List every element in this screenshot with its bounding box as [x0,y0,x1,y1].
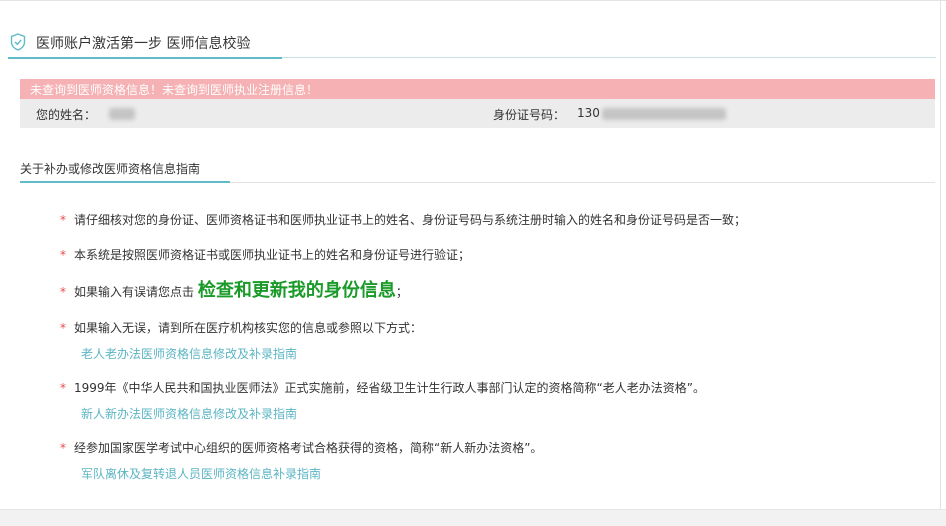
user-info-row: 您的姓名： 身份证号码： 130 [20,99,935,128]
name-label: 您的姓名： [36,108,97,122]
guide-item-1: * 请仔细核对您的身份证、医师资格证书和医师执业证书上的姓名、身份证号码与系统注册… [60,211,746,228]
section-header: 医师账户激活第一步 医师信息校验 [8,31,936,59]
name-redacted [109,108,135,120]
guide-header: 关于补办或修改医师资格信息指南 [20,157,935,183]
military-guide-link[interactable]: 军队离休及复转退人员医师资格信息补录指南 [81,465,321,482]
error-alert: 未查询到医师资格信息！未查询到医师执业注册信息！ [20,79,935,99]
guide-title: 关于补办或修改医师资格信息指南 [20,162,201,176]
guide-item-text: 1999年《中华人民共和国执业医师法》正式实施前，经省级卫生计生行政人事部门认定… [74,381,705,395]
alert-message: 未查询到医师资格信息！未查询到医师执业注册信息！ [30,83,319,97]
shield-check-icon [10,33,26,51]
id-redacted [602,108,726,120]
bullet-star: * [60,321,66,335]
guide-item-6: * 经参加国家医学考试中心组织的医师资格考试合格获得的资格，简称“新人新办法资格”… [60,439,542,456]
guide-item-text: 经参加国家医学考试中心组织的医师资格考试合格获得的资格，简称“新人新办法资格”。 [74,441,543,455]
id-prefix: 130 [577,106,600,120]
page-title: 医师账户激活第一步 医师信息校验 [36,36,251,52]
footer-band [0,509,946,526]
guide-item-3: * 如果输入有误请您点击 检查和更新我的身份信息； [60,276,408,302]
bullet-star: * [60,381,66,395]
guide-item-text: 本系统是按照医师资格证书或医师执业证书上的姓名和身份证号进行验证； [74,248,471,262]
id-label: 身份证号码： [493,108,566,122]
guide-item-5: * 1999年《中华人民共和国执业医师法》正式实施前，经省级卫生计生行政人事部门认… [60,379,705,396]
guide-item-text: 请仔细核对您的身份证、医师资格证书和医师执业证书上的姓名、身份证号码与系统注册时… [74,213,747,227]
new-method-guide-link[interactable]: 新人新办法医师资格信息修改及补录指南 [81,405,297,422]
guide-item-2: * 本系统是按照医师资格证书或医师执业证书上的姓名和身份证号进行验证； [60,246,470,263]
update-identity-link[interactable]: 检查和更新我的身份信息 [198,280,396,301]
verification-panel: 医师账户激活第一步 医师信息校验 未查询到医师资格信息！未查询到医师执业注册信息… [0,1,941,509]
bullet-star: * [60,285,66,299]
guide-underline [20,181,230,183]
title-underline [8,57,282,59]
bullet-star: * [60,213,66,227]
guide-item-4: * 如果输入无误，请到所在医疗机构核实您的信息或参照以下方式： [60,319,422,336]
bullet-star: * [60,248,66,262]
bullet-star: * [60,441,66,455]
guide-item-text: 如果输入有误请您点击 [74,285,195,299]
guide-item-text: 如果输入无误，请到所在医疗机构核实您的信息或参照以下方式： [74,321,423,335]
guide-item-suffix: ； [395,285,408,299]
old-method-guide-link[interactable]: 老人老办法医师资格信息修改及补录指南 [81,345,297,362]
